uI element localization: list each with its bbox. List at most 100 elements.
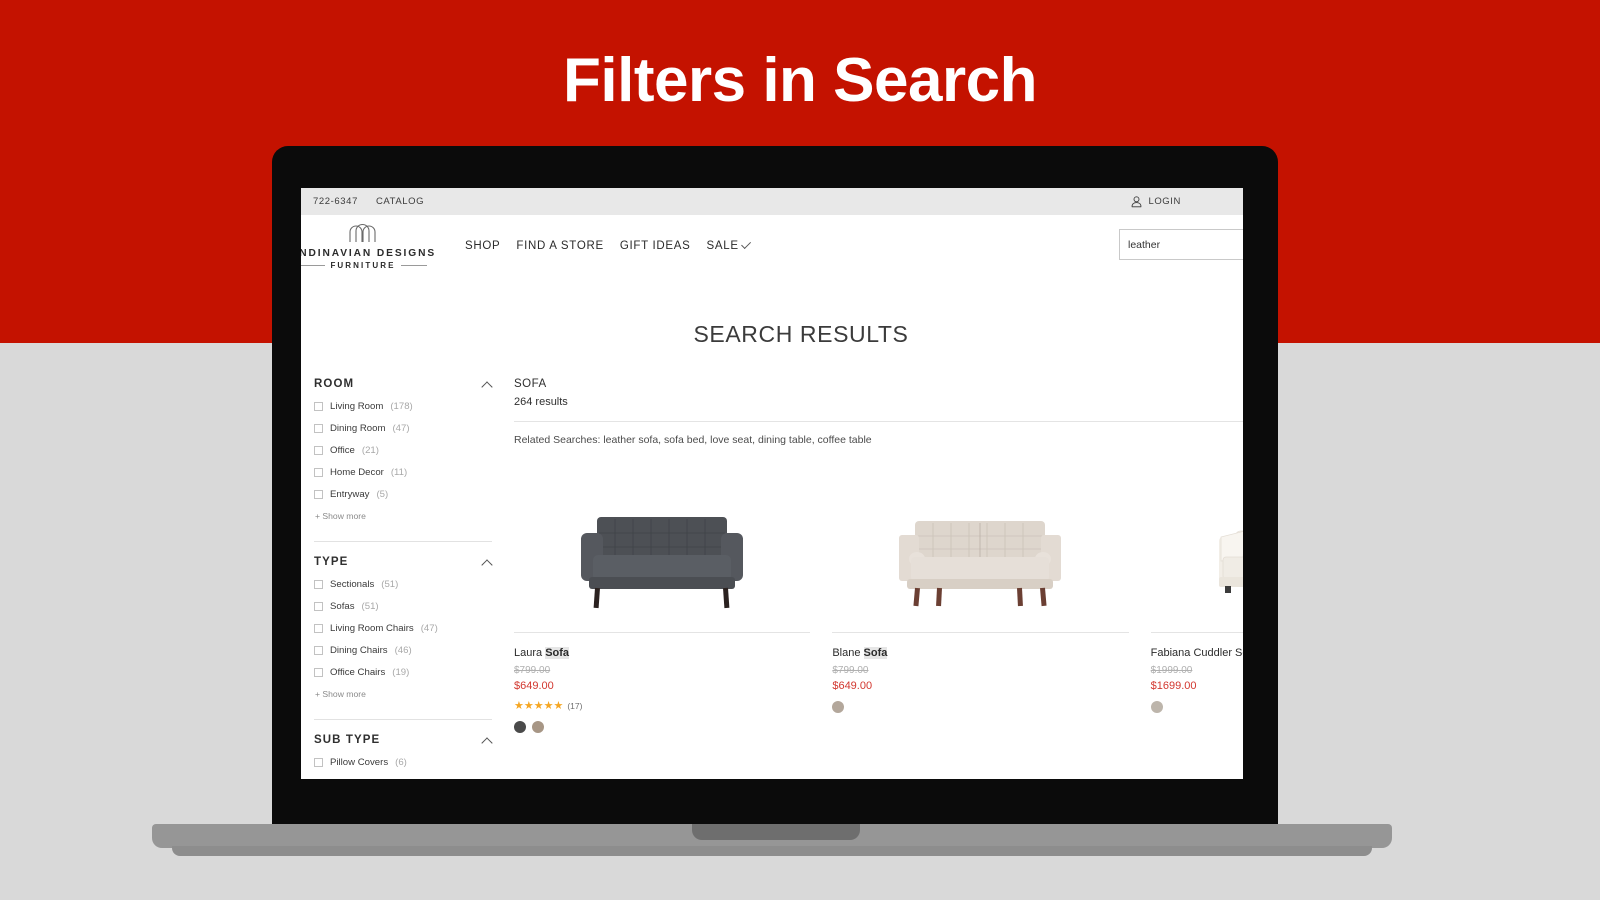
rating-count: (17)	[567, 700, 583, 711]
product-image-fabiana-cuddler-sectional[interactable]	[1151, 470, 1243, 620]
product-price-original: $1999.00	[1150, 665, 1193, 676]
related-searches-terms[interactable]: leather sofa, sofa bed, love seat, dinin…	[603, 434, 871, 446]
filter-option-count: (46)	[394, 645, 412, 656]
filter-option-office[interactable]: Office (21)	[314, 445, 492, 456]
filter-option-dining-room[interactable]: Dining Room (47)	[314, 423, 492, 434]
filter-option-label: Sectionals	[330, 579, 375, 590]
product-rating[interactable]: ★★★★★ (17)	[514, 699, 810, 712]
color-swatch[interactable]	[832, 701, 845, 713]
results-count: 264 results	[514, 396, 568, 408]
filter-option-entryway[interactable]: Entryway (5)	[314, 489, 492, 500]
product-title-plain: Blane	[832, 647, 864, 659]
filter-group-type: TYPE Sectionals (51) Sofas (51) Living R…	[314, 541, 492, 719]
checkbox[interactable]	[314, 424, 323, 433]
search-input-value: leather	[1128, 238, 1161, 251]
checkbox[interactable]	[314, 402, 323, 411]
nav-label-sale: SALE	[706, 240, 739, 252]
filter-option-count: (51)	[361, 601, 379, 612]
product-title-highlight: Sofa	[863, 647, 888, 659]
nav-label-find-a-store: FIND A STORE	[516, 240, 604, 252]
color-swatch[interactable]	[1150, 701, 1163, 713]
page-title: SEARCH RESULTS	[693, 321, 909, 347]
checkbox[interactable]	[314, 602, 323, 611]
color-swatch[interactable]	[532, 721, 544, 733]
page-content: ROOM Living Room (178) Dining Room (47) …	[301, 348, 1243, 779]
filter-group-sub-type-header[interactable]: SUB TYPE	[314, 734, 492, 746]
results-summary: SOFA 264 results	[514, 378, 568, 408]
filter-sidebar: ROOM Living Room (178) Dining Room (47) …	[314, 378, 492, 779]
nav-item-sale[interactable]: SALE	[706, 239, 752, 252]
nav-label-shop: SHOP	[465, 240, 501, 252]
checkbox[interactable]	[314, 446, 323, 455]
filter-option-sectionals[interactable]: Sectionals (51)	[314, 579, 492, 590]
filter-option-pillow-covers[interactable]: Pillow Covers (6)	[314, 757, 492, 768]
filter-option-sofas[interactable]: Sofas (51)	[314, 601, 492, 612]
rating-stars-icon: ★★★★★	[514, 700, 564, 712]
nav-item-shop[interactable]: SHOP	[465, 240, 500, 252]
user-icon	[1131, 195, 1142, 208]
results-header: SOFA 264 results Sort by: Best Match	[514, 378, 1243, 409]
nav-item-gift-ideas[interactable]: GIFT IDEAS	[620, 240, 691, 252]
checkbox[interactable]	[314, 580, 323, 589]
filter-option-label: Office	[330, 445, 355, 456]
filter-option-label: Sofas	[330, 601, 355, 612]
checkbox[interactable]	[314, 624, 323, 633]
filter-group-type-header[interactable]: TYPE	[314, 556, 492, 568]
utility-bar: 722-6347 CATALOG LOGIN	[301, 188, 1243, 215]
catalog-link[interactable]: CATALOG	[376, 196, 424, 207]
related-searches: Related Searches: leather sofa, sofa bed…	[514, 421, 1243, 446]
laptop-trackpad-notch	[692, 824, 860, 840]
checkbox[interactable]	[314, 490, 323, 499]
filter-option-label: Living Room Chairs	[330, 623, 414, 634]
nav-label-gift-ideas: GIFT IDEAS	[619, 240, 691, 252]
filter-option-dining-chairs[interactable]: Dining Chairs (46)	[314, 645, 492, 656]
chevron-up-icon[interactable]	[483, 736, 492, 745]
nav-item-find-a-store[interactable]: FIND A STORE	[516, 240, 603, 252]
product-title: Blane Sofa	[832, 647, 1128, 659]
laptop-base-shadow	[172, 846, 1372, 856]
color-swatch[interactable]	[514, 721, 526, 733]
filter-option-count: (47)	[420, 623, 438, 634]
product-card[interactable]: Fabiana Cuddler Sectional $1999.00 $1699…	[1150, 470, 1243, 733]
product-image-blane-sofa[interactable]	[832, 470, 1128, 620]
filter-option-office-chairs[interactable]: Office Chairs (19)	[314, 667, 492, 678]
show-more-type[interactable]: + Show more	[315, 689, 492, 699]
filter-option-count: (6)	[395, 757, 407, 768]
filter-option-count: (47)	[392, 423, 410, 434]
product-card[interactable]: Laura Sofa $799.00 $649.00 ★★★★★ (17)	[514, 470, 832, 733]
filter-group-sub-type: SUB TYPE Pillow Covers (6) Outdoor Pillo…	[314, 719, 492, 779]
filter-option-label: Entryway	[330, 489, 370, 500]
filter-option-living-room-chairs[interactable]: Living Room Chairs (47)	[314, 623, 492, 634]
filter-option-count: (178)	[390, 401, 413, 412]
card-divider	[1150, 632, 1243, 633]
brand-logo[interactable]: ANDINAVIAN DESIGNS FURNITURE	[301, 223, 443, 270]
product-image-laura-sofa[interactable]	[514, 470, 810, 620]
filter-option-label: Pillow Covers	[330, 757, 389, 768]
checkbox[interactable]	[314, 758, 323, 767]
product-price-sale: $1699.00	[1150, 680, 1197, 692]
login-label: LOGIN	[1148, 196, 1181, 207]
results-panel: SOFA 264 results Sort by: Best Match Rel…	[492, 378, 1243, 779]
search-input[interactable]: leather	[1119, 229, 1243, 260]
utility-bar-left: 722-6347 CATALOG	[313, 196, 424, 207]
chevron-up-icon[interactable]	[483, 380, 492, 389]
product-card[interactable]: Blane Sofa $799.00 $649.00	[832, 470, 1150, 733]
filter-option-count: (19)	[392, 667, 410, 678]
product-price-original: $799.00	[514, 665, 551, 676]
brand-subtitle: FURNITURE	[301, 261, 443, 270]
show-more-room[interactable]: + Show more	[315, 511, 492, 521]
card-divider	[514, 632, 811, 633]
results-term: SOFA	[514, 378, 547, 390]
filter-option-count: (11)	[390, 467, 408, 478]
login-button[interactable]: LOGIN	[1131, 195, 1243, 208]
checkbox[interactable]	[314, 668, 323, 677]
phone-number[interactable]: 722-6347	[313, 196, 358, 207]
filter-option-home-decor[interactable]: Home Decor (11)	[314, 467, 492, 478]
chevron-up-icon[interactable]	[483, 558, 492, 567]
brand-mark-icon	[301, 223, 443, 246]
filter-group-room-header[interactable]: ROOM	[314, 378, 492, 390]
filter-option-living-room[interactable]: Living Room (178)	[314, 401, 492, 412]
checkbox[interactable]	[314, 646, 323, 655]
chevron-down-icon	[740, 239, 751, 250]
checkbox[interactable]	[314, 468, 323, 477]
